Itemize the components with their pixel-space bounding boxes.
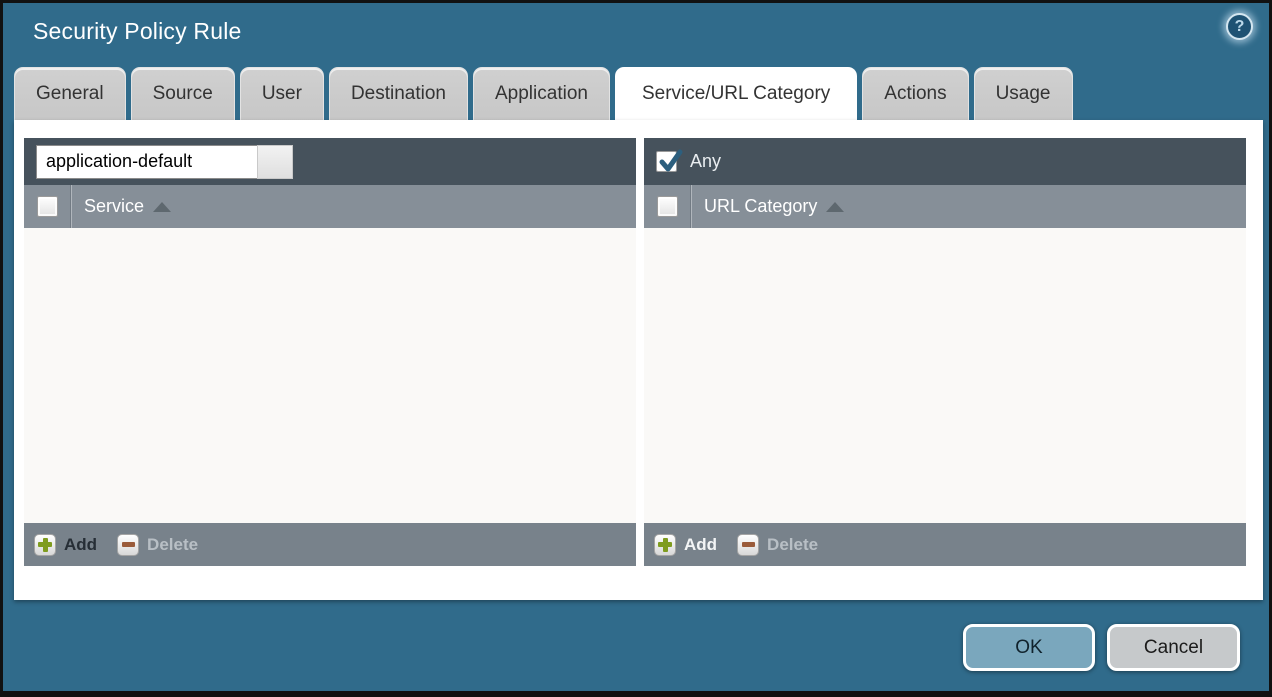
service-list xyxy=(24,228,636,523)
add-icon xyxy=(654,534,676,556)
tab-destination[interactable]: Destination xyxy=(329,67,468,120)
url-category-panel: Any URL Category Add Dele xyxy=(644,138,1246,566)
tab-label: General xyxy=(36,83,104,105)
add-icon xyxy=(34,534,56,556)
service-toolbar xyxy=(24,138,636,185)
url-category-select-all-checkbox[interactable] xyxy=(657,196,678,217)
tab-bar: General Source User Destination Applicat… xyxy=(14,67,1073,120)
tab-general[interactable]: General xyxy=(14,67,126,120)
service-add-button[interactable]: Add xyxy=(34,534,97,556)
help-icon[interactable]: ? xyxy=(1226,13,1253,40)
service-select-all-checkbox[interactable] xyxy=(37,196,58,217)
service-type-input[interactable] xyxy=(36,145,257,179)
service-type-combobox xyxy=(36,145,293,179)
tab-source[interactable]: Source xyxy=(131,67,235,120)
tab-label: Usage xyxy=(996,83,1051,105)
tab-label: Service/URL Category xyxy=(642,83,830,105)
url-category-list xyxy=(644,228,1246,523)
sort-asc-icon xyxy=(153,202,171,212)
checkbox-checked-icon xyxy=(658,149,684,175)
delete-button-label: Delete xyxy=(147,535,198,555)
tab-label: Actions xyxy=(884,83,946,105)
url-category-delete-button[interactable]: Delete xyxy=(737,534,818,556)
service-footer-bar: Add Delete xyxy=(24,523,636,566)
service-delete-button[interactable]: Delete xyxy=(117,534,198,556)
tab-application[interactable]: Application xyxy=(473,67,610,120)
url-category-select-all-cell xyxy=(644,185,691,228)
any-checkbox-label: Any xyxy=(690,151,721,172)
tab-actions[interactable]: Actions xyxy=(862,67,968,120)
tab-usage[interactable]: Usage xyxy=(974,67,1073,120)
tab-service-url-category[interactable]: Service/URL Category xyxy=(615,67,857,120)
url-category-footer-bar: Add Delete xyxy=(644,523,1246,566)
service-column-header-row: Service xyxy=(24,185,636,228)
sort-asc-icon xyxy=(826,202,844,212)
url-category-column-header-row: URL Category xyxy=(644,185,1246,228)
tab-label: Application xyxy=(495,83,588,105)
service-type-dropdown-button[interactable] xyxy=(257,145,293,179)
cancel-button[interactable]: Cancel xyxy=(1107,624,1240,671)
add-button-label: Add xyxy=(64,535,97,555)
service-column-header-label: Service xyxy=(84,196,144,217)
delete-button-label: Delete xyxy=(767,535,818,555)
delete-icon xyxy=(117,534,139,556)
service-panel: Service Add Delete xyxy=(24,138,636,566)
tab-label: User xyxy=(262,83,302,105)
tab-label: Destination xyxy=(351,83,446,105)
any-checkbox[interactable] xyxy=(656,151,677,172)
security-policy-rule-dialog: Security Policy Rule ? General Source Us… xyxy=(3,3,1269,691)
delete-icon xyxy=(737,534,759,556)
add-button-label: Add xyxy=(684,535,717,555)
dialog-title: Security Policy Rule xyxy=(33,18,242,45)
url-category-toolbar: Any xyxy=(644,138,1246,185)
tab-label: Source xyxy=(153,83,213,105)
service-column-header[interactable]: Service xyxy=(84,196,171,217)
service-select-all-cell xyxy=(24,185,71,228)
ok-button[interactable]: OK xyxy=(963,624,1095,671)
url-category-column-header[interactable]: URL Category xyxy=(704,196,844,217)
tab-user[interactable]: User xyxy=(240,67,324,120)
url-category-add-button[interactable]: Add xyxy=(654,534,717,556)
tab-content-service-url-category: Service Add Delete xyxy=(14,120,1263,600)
url-category-column-header-label: URL Category xyxy=(704,196,817,217)
